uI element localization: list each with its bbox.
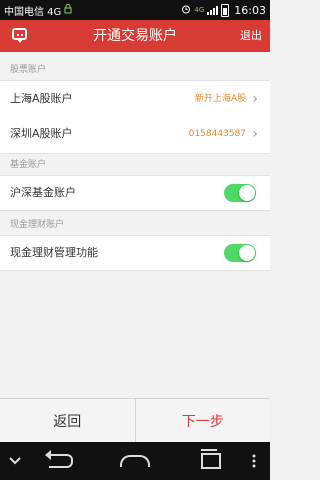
bottom-action-bar: 返回 下一步	[0, 398, 270, 443]
nav-back-icon[interactable]	[44, 442, 78, 480]
row-label: 现金理财管理功能	[10, 246, 98, 259]
row-label: 上海A股账户	[10, 92, 73, 105]
chevron-down-icon[interactable]	[6, 442, 24, 480]
battery-icon	[221, 3, 230, 17]
back-button[interactable]: 返回	[0, 399, 136, 443]
nav-home-icon[interactable]	[118, 442, 152, 480]
row-cash-management: 现金理财管理功能	[0, 235, 270, 271]
logout-button[interactable]: 退出	[240, 20, 262, 52]
chevron-right-icon: ›	[252, 126, 258, 142]
fund-account-toggle[interactable]	[224, 184, 256, 202]
row-value: 0158443587	[188, 129, 246, 139]
row-value: 新开上海A股	[194, 94, 246, 104]
alarm-icon	[181, 4, 191, 17]
next-step-button[interactable]: 下一步	[136, 399, 271, 443]
row-label: 沪深基金账户	[10, 186, 76, 199]
cash-management-toggle[interactable]	[224, 244, 256, 262]
row-fund-account: 沪深基金账户	[0, 175, 270, 211]
clock-time: 16:03	[234, 3, 266, 17]
row-label: 深圳A股账户	[10, 127, 73, 140]
carrier-info: 中国电信 4G	[0, 3, 72, 18]
section-label-fund: 基金账户	[10, 160, 47, 170]
page-title: 开通交易账户	[93, 28, 177, 44]
status-bar: 中国电信 4G 4G 16:03	[0, 0, 270, 20]
row-shenzhen-a-account[interactable]: 深圳A股账户 0158443587 ›	[0, 116, 270, 154]
row-shanghai-a-account[interactable]: 上海A股账户 新开上海A股 ›	[0, 80, 270, 118]
signal-icon	[207, 5, 219, 15]
nav-recent-apps-icon[interactable]	[196, 442, 226, 480]
system-nav-bar	[0, 442, 270, 480]
app-header: 开通交易账户 退出	[0, 20, 270, 52]
chevron-right-icon: ›	[252, 91, 258, 107]
section-label-stock: 股票账户	[10, 65, 47, 75]
section-label-cash: 现金理财账户	[10, 220, 65, 230]
status-icons: 4G 16:03	[181, 0, 266, 20]
carrier-text: 中国电信 4G	[4, 6, 62, 18]
lock-icon	[64, 3, 72, 17]
nav-menu-icon[interactable]	[244, 442, 264, 480]
network-badge: 4G	[194, 6, 205, 14]
